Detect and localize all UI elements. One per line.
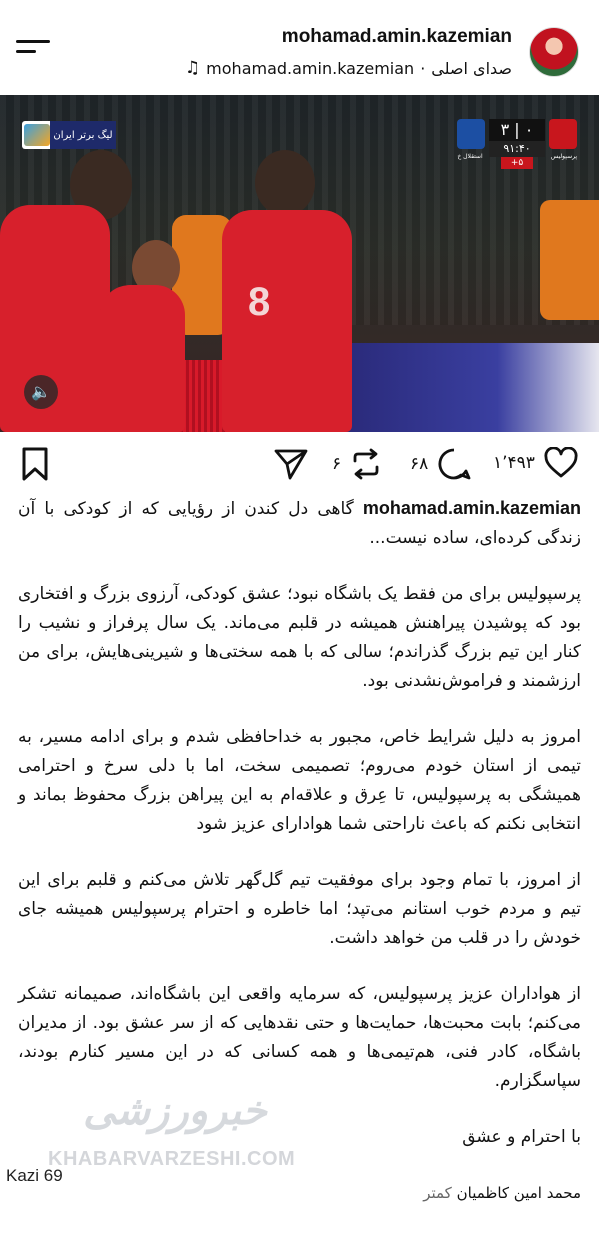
audio-label: صدای اصلی bbox=[431, 58, 512, 78]
like-count: ۱٬۴۹۳ bbox=[493, 453, 535, 473]
scoreboard: ۳ | ۰ ۹۱:۴۰ +۵ استقلال خ پرسپولیس bbox=[457, 119, 577, 169]
bookmark-icon bbox=[22, 447, 48, 481]
caption-username[interactable]: mohamad.amin.kazemian bbox=[363, 498, 581, 518]
watermark-logo: خبرورزشی bbox=[83, 1088, 267, 1134]
match-clock: ۹۱:۴۰ bbox=[489, 141, 545, 157]
post-username[interactable]: mohamad.amin.kazemian bbox=[282, 26, 512, 48]
caption-paragraph-3: از امروز، با تمام وجود برای موفقیت تیم گ… bbox=[18, 870, 581, 948]
signature-name: محمد امین کاظمیان bbox=[456, 1184, 581, 1202]
league-label: لیگ برتر ایران bbox=[50, 121, 116, 149]
caption-paragraph-1: پرسپولیس برای من فقط یک باشگاه نبود؛ عشق… bbox=[18, 584, 581, 691]
bookmark-button[interactable] bbox=[20, 447, 50, 481]
photographer-figure bbox=[540, 200, 599, 320]
share-button[interactable] bbox=[273, 447, 309, 481]
persepolis-badge-icon bbox=[549, 119, 577, 149]
match-score: ۳ | ۰ bbox=[489, 119, 545, 141]
menu-icon[interactable] bbox=[16, 40, 50, 64]
audio-separator: · bbox=[420, 58, 426, 78]
caption-intro: mohamad.amin.kazemian گاهی دل کندن از رؤ… bbox=[18, 494, 581, 553]
advertising-board bbox=[345, 343, 599, 432]
extra-time: +۵ bbox=[501, 157, 533, 169]
repost-icon bbox=[353, 448, 379, 480]
like-button[interactable]: ۱٬۴۹۳ bbox=[493, 447, 579, 479]
post-header: mohamad.amin.kazemian ♫ mohamad.amin.kaz… bbox=[0, 0, 599, 95]
kazi-label: Kazi 69 bbox=[6, 1166, 63, 1185]
caption-signature: محمد امین کاظمیان کمتر bbox=[18, 1179, 581, 1208]
watermark-url: KHABARVARZESHI.COM bbox=[48, 1148, 296, 1170]
video-player[interactable]: 8 لیگ برتر ایران ۳ | ۰ ۹۱:۴۰ +۵ استقلال … bbox=[0, 95, 599, 432]
send-icon bbox=[274, 449, 308, 480]
player-head bbox=[255, 150, 315, 216]
comment-count: ۶۸ bbox=[410, 454, 429, 474]
comment-icon bbox=[438, 448, 471, 480]
heart-icon bbox=[544, 447, 578, 478]
jersey-number: 8 bbox=[248, 280, 271, 324]
less-link[interactable]: کمتر bbox=[423, 1184, 452, 1202]
away-team-name: استقلال خ bbox=[457, 153, 483, 160]
comment-button[interactable]: ۶۸ bbox=[410, 447, 472, 481]
home-team-name: پرسپولیس bbox=[550, 153, 578, 160]
repost-button[interactable]: ۶ bbox=[332, 447, 383, 481]
player-figure bbox=[100, 285, 185, 432]
music-note-icon: ♫ bbox=[184, 58, 201, 78]
audio-row[interactable]: ♫ mohamad.amin.kazemian · صدای اصلی bbox=[185, 58, 512, 78]
avatar[interactable] bbox=[529, 27, 579, 77]
league-logo: لیگ برتر ایران bbox=[22, 121, 116, 149]
speaker-icon[interactable]: 🔈 bbox=[24, 375, 58, 409]
player-figure bbox=[222, 210, 352, 432]
league-emblem-icon bbox=[24, 124, 50, 146]
post-actions: ۶ ۶۸ ۱٬۴۹۳ bbox=[0, 432, 599, 494]
caption-paragraph-4: از هواداران عزیز پرسپولیس، که سرمایه واق… bbox=[18, 984, 581, 1091]
esteghlal-badge-icon bbox=[457, 119, 485, 149]
repost-count: ۶ bbox=[332, 454, 342, 474]
audio-username: mohamad.amin.kazemian bbox=[206, 58, 415, 78]
caption-paragraph-2: امروز به دلیل شرایط خاص، مجبور به خداحاف… bbox=[18, 727, 581, 834]
